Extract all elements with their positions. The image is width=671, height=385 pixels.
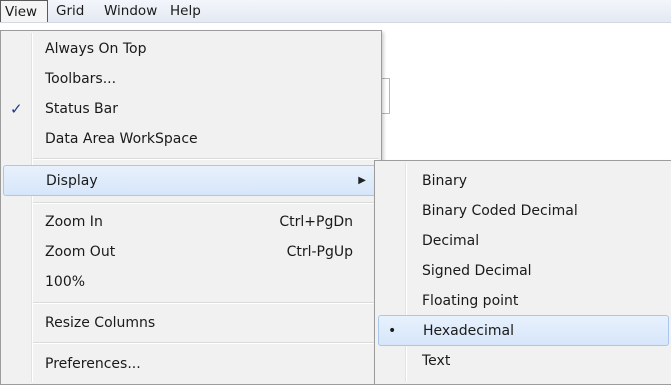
menu-help[interactable]: Help — [170, 0, 201, 22]
menu-view-label: View — [5, 4, 38, 20]
menu-item-label: Always On Top — [45, 41, 147, 57]
submenu-item-label: Text — [422, 353, 451, 369]
menu-item-label: Toolbars... — [45, 71, 117, 87]
menu-item-zoom-in[interactable]: Zoom In Ctrl+PgDn — [1, 207, 381, 237]
menu-view[interactable]: View — [0, 0, 48, 22]
menu-help-label: Help — [170, 3, 201, 19]
submenu-item-label: Binary Coded Decimal — [422, 203, 578, 219]
menu-item-label: Preferences... — [45, 356, 141, 372]
menu-item-display[interactable]: Display ▶ — [3, 165, 379, 196]
menu-item-label: Zoom Out — [45, 244, 116, 260]
menu-separator — [33, 342, 379, 344]
menu-item-label: Status Bar — [45, 101, 119, 117]
menu-separator — [33, 302, 379, 304]
submenu-item-binary[interactable]: Binary — [375, 166, 671, 196]
menu-item-status-bar[interactable]: ✓ Status Bar — [1, 94, 381, 124]
view-menu-dropdown: Always On Top Toolbars... ✓ Status Bar D… — [0, 30, 382, 385]
submenu-arrow-icon: ▶ — [358, 175, 366, 186]
menu-item-data-area-workspace[interactable]: Data Area WorkSpace — [1, 124, 381, 154]
menu-grid[interactable]: Grid — [56, 0, 84, 22]
display-submenu: Binary Binary Coded Decimal Decimal Sign… — [374, 160, 671, 385]
submenu-item-floating-point[interactable]: Floating point — [375, 286, 671, 316]
submenu-item-decimal[interactable]: Decimal — [375, 226, 671, 256]
menu-item-label: Data Area WorkSpace — [45, 131, 198, 147]
submenu-item-label: Binary — [422, 173, 467, 189]
menu-item-100-percent[interactable]: 100% — [1, 267, 381, 297]
menu-item-zoom-out[interactable]: Zoom Out Ctrl-PgUp — [1, 237, 381, 267]
menu-separator — [33, 202, 379, 204]
menu-separator — [33, 158, 379, 160]
submenu-item-label: Hexadecimal — [423, 323, 514, 339]
submenu-item-binary-coded-decimal[interactable]: Binary Coded Decimal — [375, 196, 671, 226]
submenu-item-label: Floating point — [422, 293, 519, 309]
menu-item-label: Zoom In — [45, 214, 103, 230]
submenu-item-hexadecimal[interactable]: • Hexadecimal — [378, 315, 669, 346]
submenu-item-text[interactable]: Text — [375, 346, 671, 376]
menu-item-always-on-top[interactable]: Always On Top — [1, 34, 381, 64]
menu-window-label: Window — [104, 3, 158, 19]
checkmark-icon: ✓ — [10, 100, 23, 118]
menu-item-label: 100% — [45, 274, 86, 290]
submenu-item-label: Signed Decimal — [422, 263, 532, 279]
menu-item-preferences[interactable]: Preferences... — [1, 349, 381, 379]
menu-bar: View Grid Window Help — [0, 0, 671, 23]
menu-item-label: Display — [46, 173, 98, 189]
submenu-item-label: Decimal — [422, 233, 480, 249]
menu-grid-label: Grid — [56, 3, 85, 19]
submenu-item-signed-decimal[interactable]: Signed Decimal — [375, 256, 671, 286]
radio-bullet-icon: • — [388, 323, 397, 339]
menu-item-shortcut: Ctrl+PgDn — [279, 214, 353, 230]
menu-item-shortcut: Ctrl-PgUp — [286, 244, 353, 260]
menu-item-resize-columns[interactable]: Resize Columns — [1, 308, 381, 338]
menu-item-label: Resize Columns — [45, 315, 156, 331]
menu-window[interactable]: Window — [104, 0, 157, 22]
menu-item-toolbars[interactable]: Toolbars... — [1, 64, 381, 94]
